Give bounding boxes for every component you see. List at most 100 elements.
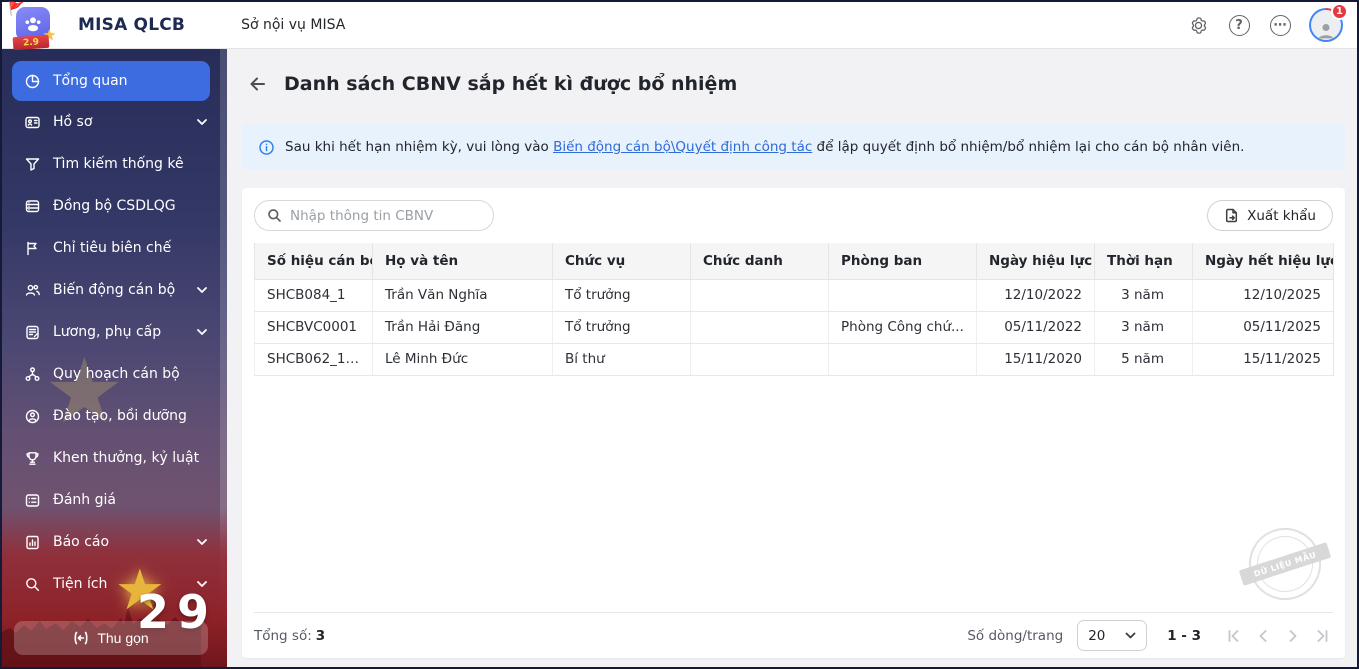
table-footer: Tổng số:3 Số dòng/trang 20 1 - 3	[254, 612, 1333, 658]
data-card: Xuất khẩu Số hiệu cán bộ Họ và tên Chức …	[242, 188, 1345, 658]
sidebar-item-dong-bo-csdlqg[interactable]: Đồng bộ CSDLQG	[2, 185, 220, 227]
table-cell: 3 năm	[1095, 279, 1193, 311]
export-label: Xuất khẩu	[1247, 208, 1316, 224]
id-card-icon	[24, 114, 41, 131]
sidebar-item-danh-gia[interactable]: Đánh giá	[2, 479, 220, 521]
column-header[interactable]: Số hiệu cán bộ	[255, 243, 373, 279]
app-name: MISA QLCB	[78, 15, 185, 35]
cbnv-table: Số hiệu cán bộ Họ và tên Chức vụ Chức da…	[254, 243, 1334, 376]
org-name[interactable]: Sở nội vụ MISA	[241, 17, 345, 33]
sidebar-item-bien-dong-can-bo[interactable]: Biến động cán bộ	[2, 269, 220, 311]
table-cell: SHCBVC0001	[255, 311, 373, 343]
column-header[interactable]: Phòng ban	[829, 243, 977, 279]
table-header-row: Số hiệu cán bộ Họ và tên Chức vụ Chức da…	[255, 243, 1334, 279]
chevron-down-icon	[196, 536, 208, 548]
sidebar-item-chi-tieu-bien-che[interactable]: Chỉ tiêu biên chế	[2, 227, 220, 269]
page-range: 1 - 3	[1167, 628, 1201, 644]
column-header[interactable]: Chức vụ	[553, 243, 691, 279]
search-icon	[267, 208, 282, 223]
rows-per-page-select[interactable]: 20	[1077, 620, 1147, 651]
back-arrow-icon[interactable]	[247, 73, 269, 95]
table-cell: Tổ trưởng	[553, 279, 691, 311]
sidebar-item-tien-ich[interactable]: Tiện ích	[2, 563, 220, 605]
table-row[interactable]: SHCB084_1 Trần Văn Nghĩa Tổ trưởng 12/10…	[255, 279, 1334, 311]
table-row[interactable]: SHCBVC0001 Trần Hải Đăng Tổ trưởng Phòng…	[255, 311, 1334, 343]
table-cell: SHCB062_1_1	[255, 343, 373, 375]
column-header[interactable]: Chức danh	[691, 243, 829, 279]
sidebar-item-bao-cao[interactable]: Báo cáo	[2, 521, 220, 563]
sidebar-item-ho-so[interactable]: Hồ sơ	[2, 101, 220, 143]
table-cell	[829, 279, 977, 311]
sidebar-item-label: Chỉ tiêu biên chế	[53, 240, 171, 256]
table-cell: 15/11/2020	[977, 343, 1095, 375]
table-cell	[691, 311, 829, 343]
table-cell: Lê Minh Đức	[373, 343, 553, 375]
funnel-icon	[24, 156, 41, 173]
sidebar-item-label: Báo cáo	[53, 534, 109, 550]
chevron-down-icon	[196, 326, 208, 338]
sidebar-item-label: Biến động cán bộ	[53, 282, 175, 298]
trophy-icon	[24, 450, 41, 467]
table-row[interactable]: SHCB062_1_1 Lê Minh Đức Bí thư 15/11/202…	[255, 343, 1334, 375]
rows-per-page-label: Số dòng/trang	[967, 628, 1063, 644]
sidebar-item-dao-tao-boi-duong[interactable]: Đào tạo, bồi dưỡng	[2, 395, 220, 437]
column-header[interactable]: Ngày hiệu lực	[977, 243, 1095, 279]
column-header[interactable]: Thời hạn	[1095, 243, 1193, 279]
help-icon[interactable]: ?	[1227, 13, 1251, 37]
info-banner: Sau khi hết hạn nhiệm kỳ, vui lòng vào B…	[242, 124, 1345, 170]
sidebar-nav: Tổng quan Hồ sơ Tìm kiếm thống kê Đồng b…	[2, 61, 220, 605]
more-icon[interactable]: ⋯	[1268, 13, 1292, 37]
sidebar-scrollbar[interactable]	[220, 49, 227, 667]
sidebar-item-tong-quan[interactable]: Tổng quan	[12, 61, 210, 101]
pagination	[1223, 626, 1333, 646]
table-cell: SHCB084_1	[255, 279, 373, 311]
previous-page-icon[interactable]	[1253, 626, 1273, 646]
app-logo[interactable]: 🚩 ★ 2.9	[10, 4, 52, 46]
table-cell: 12/10/2022	[977, 279, 1095, 311]
app-header: 🚩 ★ 2.9 MISA QLCB Sở nội vụ MISA ? ⋯ 1	[2, 2, 1357, 49]
org-chart-icon	[24, 366, 41, 383]
logo-version-ribbon: 2.9	[13, 35, 50, 50]
next-page-icon[interactable]	[1283, 626, 1303, 646]
salary-document-icon	[24, 324, 41, 341]
banner-link[interactable]: Biến động cán bộ\Quyết định công tác	[553, 139, 812, 155]
page-title: Danh sách CBNV sắp hết kì được bổ nhiệm	[284, 73, 737, 95]
search-icon	[24, 576, 41, 593]
flag-icon	[24, 240, 41, 257]
sidebar-item-label: Tiện ích	[53, 576, 107, 592]
banner-text: Sau khi hết hạn nhiệm kỳ, vui lòng vào B…	[285, 139, 1244, 155]
checklist-icon	[24, 492, 41, 509]
sidebar-item-label: Hồ sơ	[53, 114, 92, 130]
column-header[interactable]: Ngày hết hiệu lực	[1193, 243, 1334, 279]
table-cell: 5 năm	[1095, 343, 1193, 375]
page-head: Danh sách CBNV sắp hết kì được bổ nhiệm	[227, 49, 1357, 95]
sidebar-item-luong-phu-cap[interactable]: Lương, phụ cấp	[2, 311, 220, 353]
table-cell	[691, 343, 829, 375]
sidebar-item-khen-thuong-ky-luat[interactable]: Khen thưởng, kỷ luật	[2, 437, 220, 479]
sidebar-item-quy-hoach-can-bo[interactable]: Quy hoạch cán bộ	[2, 353, 220, 395]
table-cell: 05/11/2022	[977, 311, 1095, 343]
avatar[interactable]: 1	[1309, 8, 1343, 42]
last-page-icon[interactable]	[1313, 626, 1333, 646]
search-box	[254, 200, 494, 231]
table-cell: 3 năm	[1095, 311, 1193, 343]
first-page-icon[interactable]	[1223, 626, 1243, 646]
collapse-sidebar-button[interactable]: Thu gọn	[14, 621, 208, 655]
sidebar-item-label: Quy hoạch cán bộ	[53, 366, 180, 382]
export-file-icon	[1224, 208, 1239, 223]
search-input[interactable]	[290, 208, 481, 224]
settings-icon[interactable]	[1186, 13, 1210, 37]
sidebar-item-label: Tìm kiếm thống kê	[53, 156, 184, 172]
main-content: Danh sách CBNV sắp hết kì được bổ nhiệm …	[227, 49, 1357, 667]
collapse-label: Thu gọn	[97, 630, 148, 646]
column-header[interactable]: Họ và tên	[373, 243, 553, 279]
report-icon	[24, 534, 41, 551]
toolbar: Xuất khẩu	[242, 188, 1345, 243]
table-cell	[691, 279, 829, 311]
person-circle-icon	[24, 408, 41, 425]
export-button[interactable]: Xuất khẩu	[1207, 200, 1333, 231]
sidebar: ★ ★ 29 Tổng quan Hồ sơ Tìm kiếm thống kê	[2, 49, 227, 667]
table-cell: Trần Hải Đăng	[373, 311, 553, 343]
pie-chart-icon	[24, 73, 41, 90]
sidebar-item-tim-kiem-thong-ke[interactable]: Tìm kiếm thống kê	[2, 143, 220, 185]
